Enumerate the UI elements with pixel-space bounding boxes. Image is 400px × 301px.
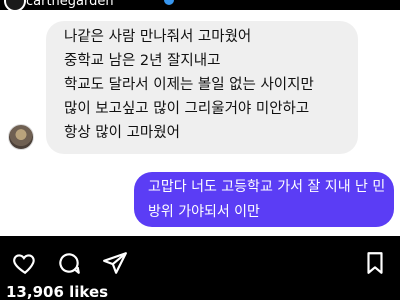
- sender-avatar: [8, 124, 34, 150]
- received-message-line: 중학교 남은 2년 잘지내고: [64, 53, 221, 69]
- username-label[interactable]: carthegarden: [26, 0, 114, 9]
- chat-screenshot: 나같은 사람 만나줘서 고마웠어 중학교 남은 2년 잘지내고 학교도 달라서 …: [0, 10, 400, 236]
- likes-count[interactable]: 13,906 likes: [6, 283, 108, 301]
- bookmark-icon[interactable]: [362, 250, 388, 276]
- received-message-line: 많이 보고싶고 많이 그리울거야 미안하고: [64, 101, 310, 117]
- sent-message-line: 고맙다 너도 고등학교 가서 잘 지내 난 민: [148, 179, 386, 195]
- received-message-line: 학교도 달라서 이제는 볼일 없는 사이지만: [64, 77, 314, 93]
- received-message-line: 항상 많이 고마웠어: [64, 125, 180, 141]
- heart-icon[interactable]: [12, 250, 38, 276]
- sent-message-line: 방위 가야되서 이만: [148, 204, 260, 220]
- share-icon[interactable]: [102, 250, 128, 276]
- received-message-line: 나같은 사람 만나줘서 고마웠어: [64, 29, 252, 45]
- comment-icon[interactable]: [56, 250, 82, 276]
